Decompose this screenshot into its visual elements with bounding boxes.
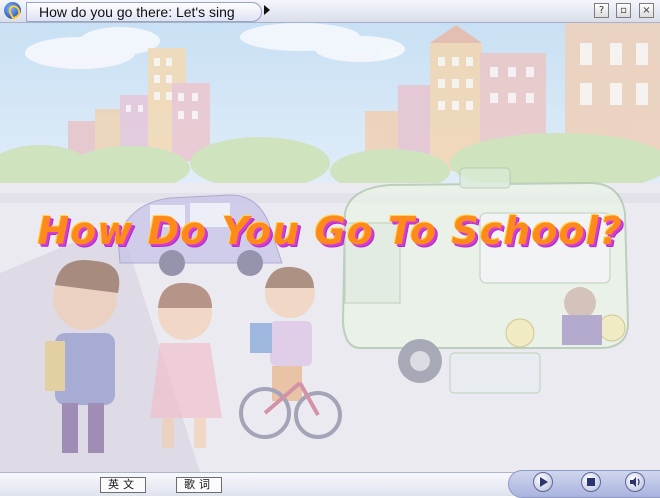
play-button[interactable]	[533, 472, 553, 492]
menu-arrow-icon[interactable]	[264, 5, 270, 15]
title-bar: How do you go there: Let's sing ? ▫ ×	[0, 0, 660, 23]
media-controls	[508, 470, 660, 498]
sound-button[interactable]	[625, 472, 645, 492]
control-bar: 英文 歌词	[0, 470, 660, 498]
app-logo-icon	[3, 1, 22, 20]
stop-button[interactable]	[581, 472, 601, 492]
song-headline: How Do You Go To School?	[37, 209, 623, 253]
help-button[interactable]: ?	[594, 3, 609, 18]
speaker-icon	[630, 477, 640, 487]
english-button[interactable]: 英文	[100, 477, 146, 493]
song-scene: How Do You Go To School?	[0, 23, 660, 472]
lyrics-button[interactable]: 歌词	[176, 477, 222, 493]
play-icon	[540, 477, 548, 487]
restore-button[interactable]: ▫	[616, 3, 631, 18]
title-tab: How do you go there: Let's sing	[26, 2, 262, 22]
stop-icon	[587, 478, 595, 486]
close-button[interactable]: ×	[639, 3, 654, 18]
window-title: How do you go there: Let's sing	[39, 4, 235, 20]
